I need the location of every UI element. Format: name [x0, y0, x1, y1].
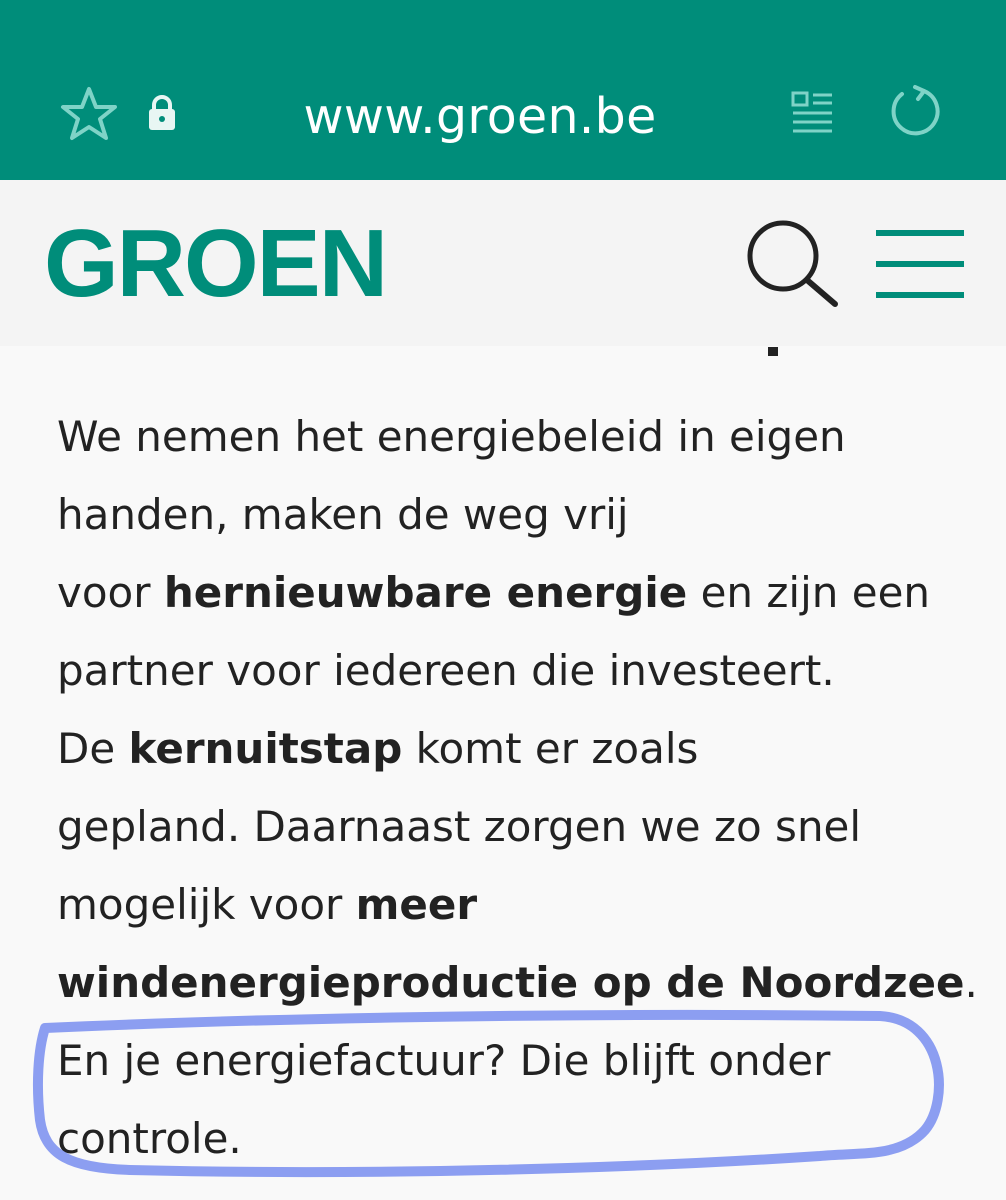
text-line: windenergieproductie op de Noordzee.	[57, 958, 978, 1007]
url-field[interactable]: www.groen.be	[260, 82, 700, 152]
browser-address-bar: www.groen.be	[0, 0, 1006, 180]
text-line: De kernuitstap komt er zoals	[57, 724, 699, 773]
reader-mode-icon[interactable]	[790, 90, 834, 134]
text-line: voor hernieuwbare energie en zijn een	[57, 568, 931, 617]
bullet-mark	[768, 347, 778, 356]
bold-text: kernuitstap	[128, 724, 403, 773]
menu-icon[interactable]	[876, 230, 964, 298]
search-icon[interactable]	[745, 218, 839, 308]
text-line: gepland. Daarnaast zorgen we zo snel	[57, 802, 862, 851]
star-icon[interactable]	[60, 86, 118, 142]
bold-text: meer	[355, 880, 478, 929]
highlighted-text-line: En je energiefactuur? Die blijft onder	[57, 1036, 831, 1085]
bold-text: hernieuwbare energie	[163, 568, 688, 617]
reload-icon[interactable]	[888, 84, 944, 140]
groen-logo[interactable]: GROEN	[44, 220, 406, 320]
text-line: handen, maken de weg vrij	[57, 490, 629, 539]
bold-text: windenergieproductie op de Noordzee	[57, 958, 965, 1007]
logo-text: GROEN	[44, 220, 386, 317]
text-line: We nemen het energiebeleid in eigen	[57, 412, 846, 461]
text-line: partner voor iedereen die investeert.	[57, 646, 835, 695]
highlighted-text-line: controle.	[57, 1114, 242, 1163]
text-line: mogelijk voor meer	[57, 880, 478, 929]
lock-icon	[149, 95, 175, 130]
article-text: We nemen het energiebeleid in eigen hand…	[57, 398, 978, 1178]
page: www.groen.be GROEN We nemen het energieb…	[0, 0, 1006, 1200]
